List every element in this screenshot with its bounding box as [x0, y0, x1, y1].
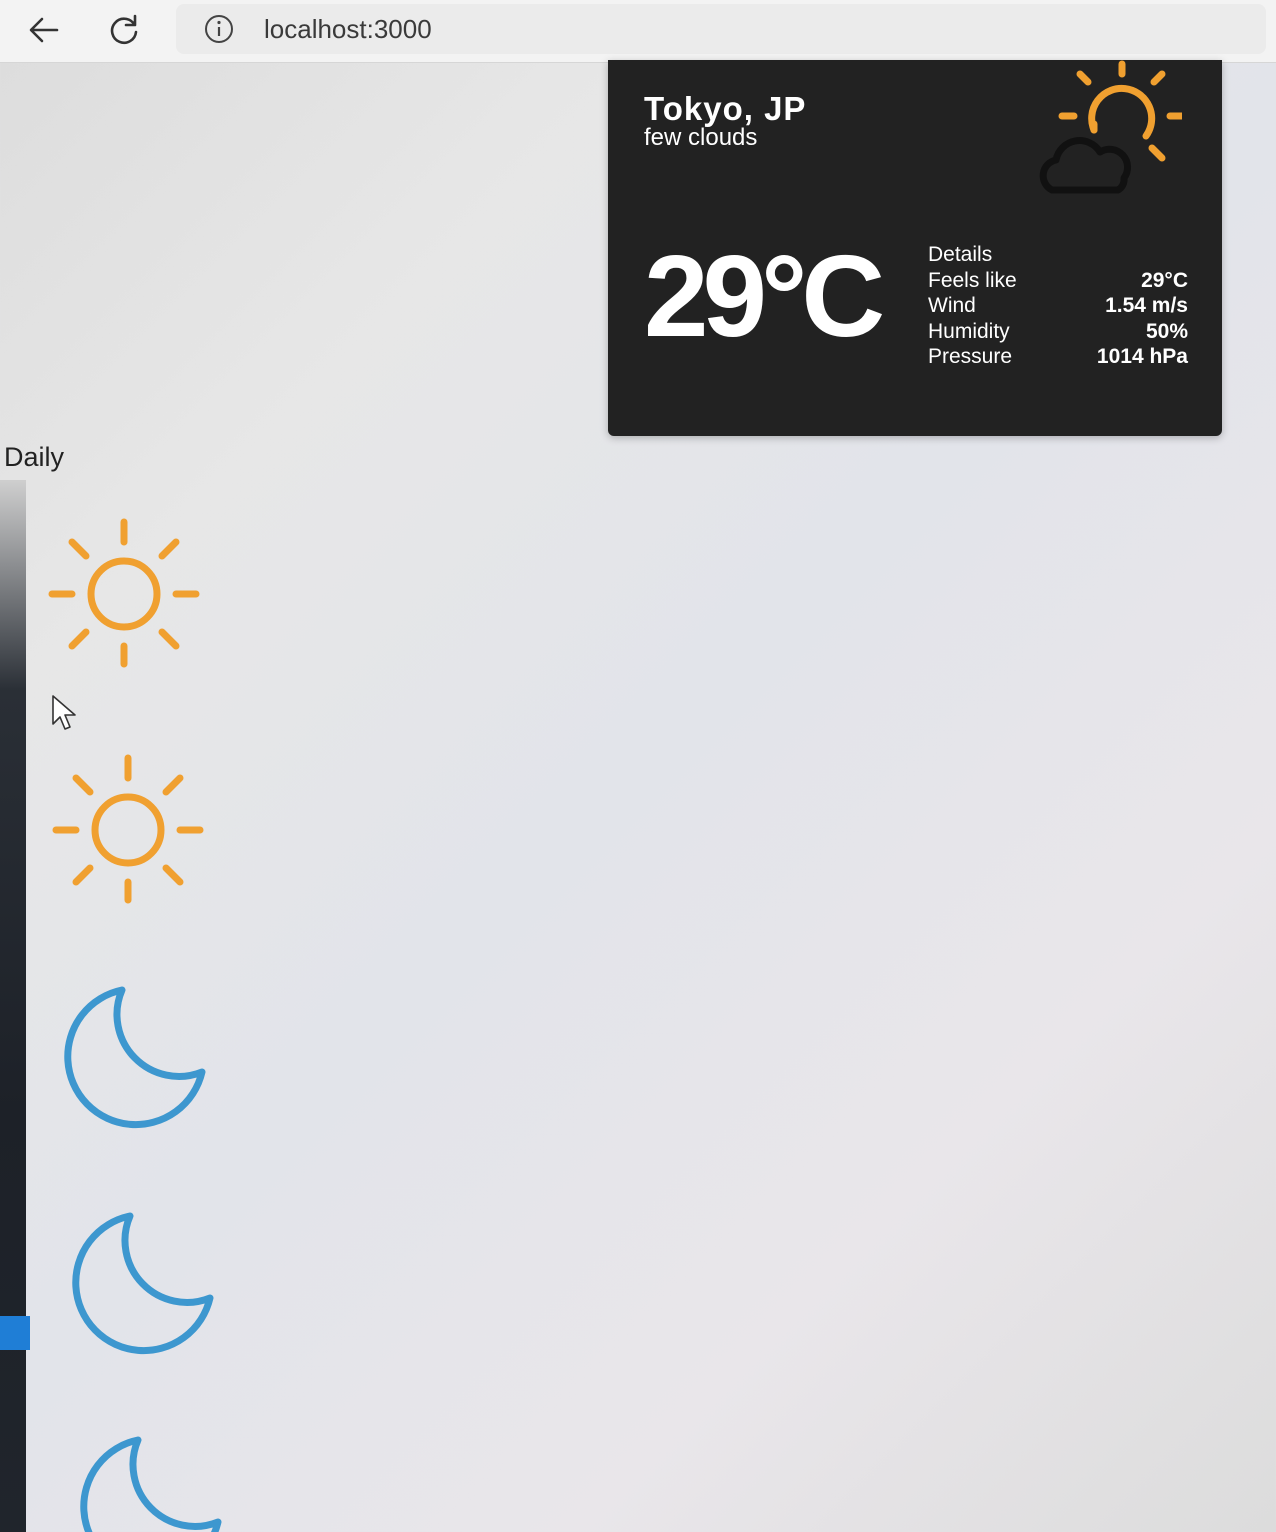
- moon-icon: [80, 1436, 222, 1532]
- arrow-left-icon: [29, 17, 59, 43]
- detail-label: Humidity: [928, 319, 1010, 343]
- sun-cloud-icon: [1039, 60, 1182, 194]
- url-text: localhost:3000: [264, 14, 432, 44]
- window-edge-accent: [0, 1316, 30, 1350]
- address-bar[interactable]: localhost:3000: [176, 4, 1266, 54]
- detail-label: Feels like: [928, 268, 1017, 292]
- current-temperature: 29°C: [644, 231, 885, 361]
- weather-description: few clouds: [644, 124, 758, 151]
- info-icon[interactable]: [204, 14, 234, 44]
- sun-icon: [52, 754, 204, 904]
- current-weather-card: Tokyo, JP few clouds 29°C Details Feels …: [608, 60, 1222, 436]
- detail-value: 50%: [1145, 319, 1188, 343]
- moon-icon: [72, 1212, 214, 1355]
- detail-label: Pressure: [928, 345, 1013, 368]
- detail-row: Pressure 1014 hPa: [928, 344, 1188, 370]
- window-edge: [0, 480, 26, 1532]
- detail-label: Wind: [928, 294, 976, 317]
- sun-icon: [48, 518, 200, 668]
- details-panel: Details Feels like 29°C Wind 1.54 m/s Hu…: [928, 242, 1188, 370]
- detail-row: Wind 1.54 m/s: [928, 293, 1188, 319]
- daily-heading: Daily: [4, 442, 65, 472]
- back-button[interactable]: [22, 8, 66, 52]
- detail-value: 1014 hPa: [1096, 345, 1188, 368]
- city-name: Tokyo, JP: [644, 90, 807, 127]
- detail-row: Humidity 50%: [928, 319, 1188, 345]
- mouse-cursor-icon: [52, 695, 76, 730]
- details-heading-row: Details: [928, 242, 1188, 268]
- browser-toolbar: localhost:3000: [0, 0, 1276, 63]
- reload-button[interactable]: [102, 8, 146, 52]
- moon-icon: [64, 986, 206, 1129]
- details-heading: Details: [928, 243, 993, 266]
- reload-icon: [110, 14, 138, 45]
- detail-value: 1.54 m/s: [1105, 294, 1188, 317]
- detail-row: Feels like 29°C: [928, 268, 1188, 294]
- detail-value: 29°C: [1141, 268, 1188, 292]
